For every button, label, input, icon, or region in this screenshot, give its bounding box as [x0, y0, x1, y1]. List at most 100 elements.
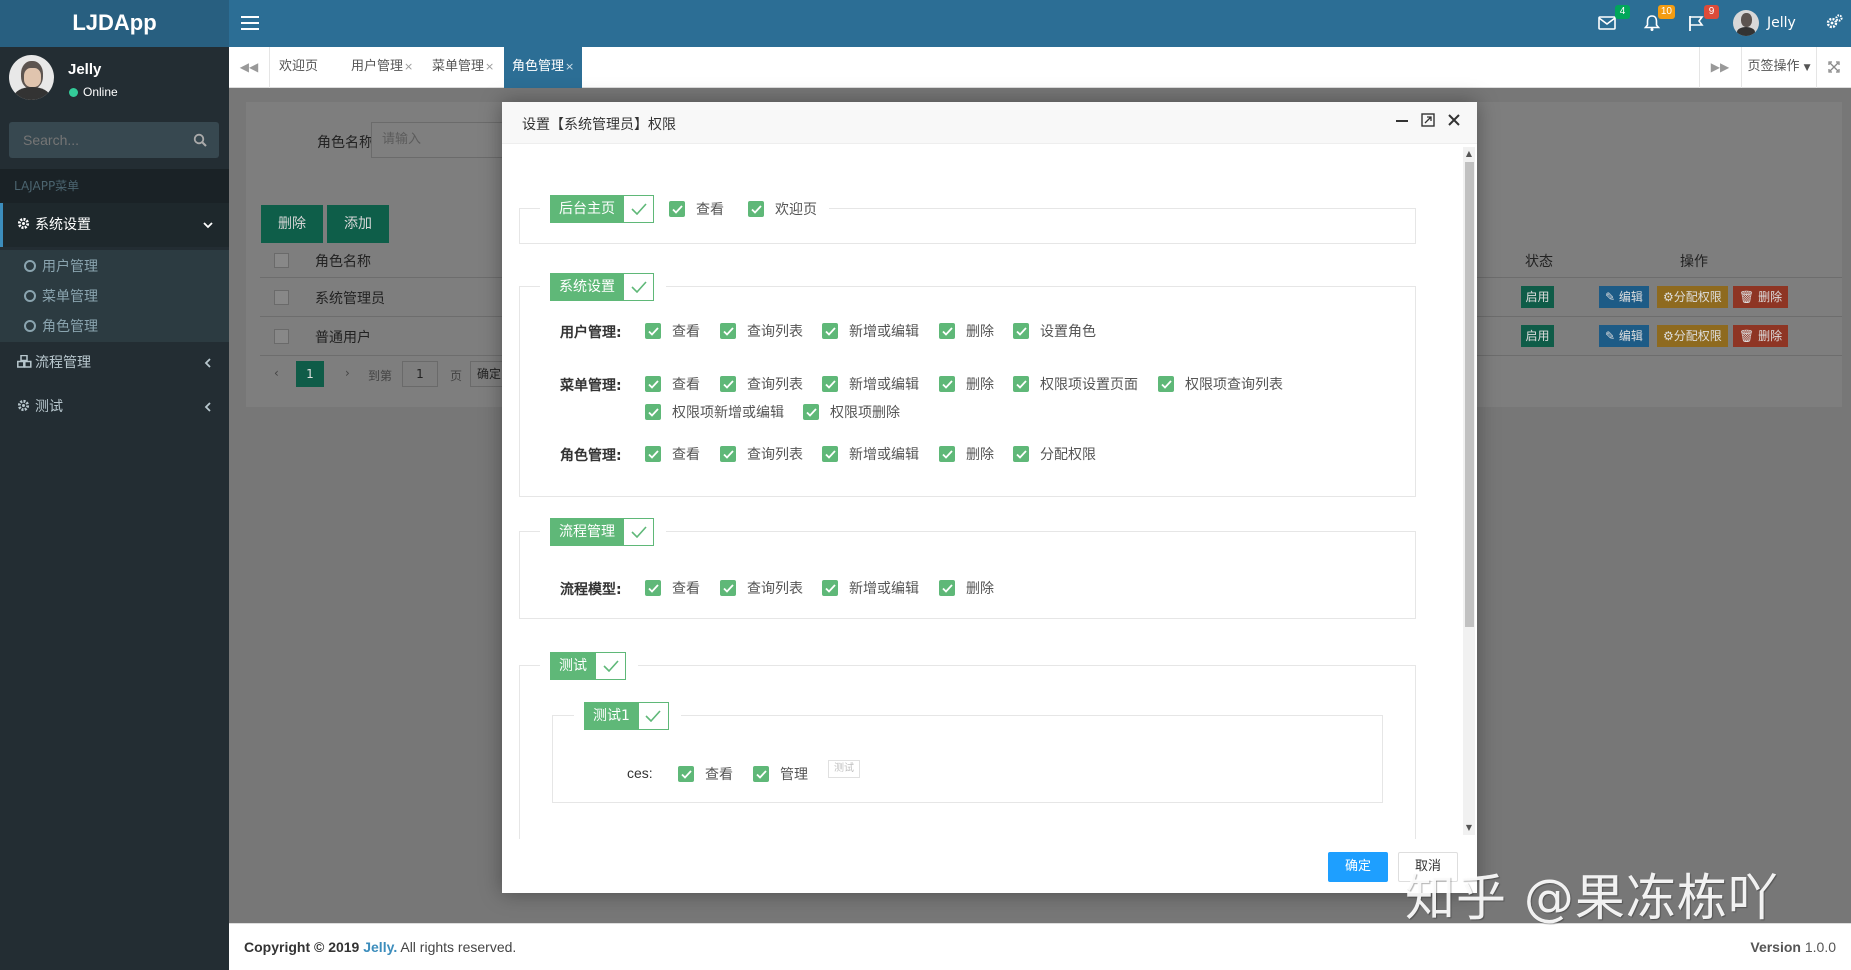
- scroll-down-icon[interactable]: ▼: [1464, 823, 1474, 833]
- user-menu[interactable]: Jelly: [1733, 9, 1796, 39]
- notifications-badge: 10: [1657, 5, 1675, 19]
- minimize-button[interactable]: [1392, 112, 1412, 132]
- subsection-select-all-checkbox[interactable]: [638, 702, 669, 730]
- permission-checkbox[interactable]: 删除: [939, 321, 994, 341]
- permission-checkbox[interactable]: 查看: [645, 374, 700, 394]
- sidebar-item-test[interactable]: 测试: [0, 385, 229, 429]
- tab-role-management[interactable]: 角色管理×: [504, 47, 583, 88]
- permission-checkbox[interactable]: 查看: [645, 578, 700, 598]
- close-icon[interactable]: ×: [404, 60, 413, 73]
- permission-checkbox[interactable]: 查询列表: [720, 321, 803, 341]
- cubes-icon: [17, 354, 32, 368]
- tabs-scroll-right-button[interactable]: ▶▶: [1699, 47, 1740, 88]
- delete-row-button[interactable]: 🗑 删除: [1733, 286, 1789, 308]
- section-select-all-checkbox[interactable]: [624, 273, 654, 301]
- permission-checkbox[interactable]: 查询列表: [720, 374, 803, 394]
- permission-checkbox[interactable]: 查看: [645, 444, 700, 464]
- fullscreen-button[interactable]: [1816, 47, 1851, 88]
- sidebar-search-input[interactable]: [9, 122, 189, 158]
- tab-welcome[interactable]: 欢迎页: [271, 47, 326, 88]
- maximize-button[interactable]: [1418, 112, 1438, 132]
- sidebar-item-menu-management[interactable]: 菜单管理: [24, 282, 98, 312]
- sidebar-item-role-management[interactable]: 角色管理: [24, 312, 98, 342]
- goto-label: 到第: [368, 369, 393, 383]
- role-name-search-label: 角色名称: [317, 135, 373, 151]
- tabs-scroll-left-button[interactable]: ◀◀: [229, 47, 270, 88]
- close-dialog-button[interactable]: [1444, 112, 1464, 132]
- next-page-icon[interactable]: ›: [345, 366, 350, 380]
- permission-checkbox[interactable]: 新增或编辑: [822, 374, 919, 394]
- tab-operations-dropdown[interactable]: 页签操作 ▼: [1741, 47, 1816, 88]
- messages-button[interactable]: 4: [1598, 5, 1630, 35]
- tasks-button[interactable]: 9: [1687, 5, 1719, 35]
- permission-checkbox[interactable]: 新增或编辑: [822, 444, 919, 464]
- delete-button[interactable]: 删除: [261, 205, 323, 243]
- permission-checkbox[interactable]: 新增或编辑: [822, 321, 919, 341]
- close-icon[interactable]: ×: [565, 60, 574, 73]
- sidebar-toggle-button[interactable]: [241, 12, 259, 34]
- permission-checkbox[interactable]: 查看: [669, 199, 724, 219]
- column-header-operations: 操作: [1680, 254, 1708, 270]
- permission-checkbox[interactable]: 设置角色: [1013, 321, 1096, 341]
- delete-row-button[interactable]: 🗑 删除: [1733, 325, 1789, 347]
- tab-user-management[interactable]: 用户管理×: [343, 47, 421, 88]
- sidebar-user-name: Jelly: [68, 61, 102, 78]
- permission-checkbox[interactable]: 权限项新增或编辑: [645, 402, 784, 422]
- section-select-all-checkbox[interactable]: [596, 652, 626, 680]
- close-icon[interactable]: ×: [485, 60, 494, 73]
- permission-checkbox[interactable]: 删除: [939, 444, 994, 464]
- edit-button[interactable]: ✎ 编辑: [1599, 286, 1649, 308]
- section-select-all-checkbox[interactable]: [624, 195, 654, 223]
- permission-checkbox[interactable]: 查看: [678, 764, 733, 784]
- permission-checkbox[interactable]: 查看: [645, 321, 700, 341]
- sidebar-item-user-management[interactable]: 用户管理: [24, 252, 98, 282]
- sidebar-item-process-management[interactable]: 流程管理: [0, 341, 229, 385]
- permission-label: 删除: [966, 377, 994, 393]
- tab-menu-management[interactable]: 菜单管理×: [424, 47, 502, 88]
- permission-checkbox[interactable]: 权限项查询列表: [1158, 374, 1283, 394]
- sidebar-item-system-settings[interactable]: 系统设置: [0, 203, 229, 247]
- row-checkbox[interactable]: [274, 290, 289, 305]
- select-all-checkbox[interactable]: [274, 253, 289, 268]
- permission-label: 删除: [966, 581, 994, 597]
- assign-permissions-button[interactable]: ⚙分配权限: [1657, 325, 1728, 347]
- maximize-icon: [1421, 113, 1435, 127]
- permission-checkbox[interactable]: 查询列表: [720, 578, 803, 598]
- confirm-button[interactable]: 确定: [1328, 852, 1388, 882]
- permission-checkbox[interactable]: 删除: [939, 578, 994, 598]
- permission-label: 查看: [705, 767, 733, 783]
- app-logo[interactable]: LJDApp: [0, 0, 229, 47]
- scroll-up-icon[interactable]: ▲: [1464, 149, 1474, 159]
- permission-checkbox[interactable]: 删除: [939, 374, 994, 394]
- test-button[interactable]: 测试: [828, 760, 860, 778]
- control-sidebar-button[interactable]: [1825, 13, 1843, 35]
- row-checkbox[interactable]: [274, 329, 289, 344]
- permission-checkbox[interactable]: 权限项删除: [803, 402, 900, 422]
- check-icon: [941, 583, 953, 593]
- check-icon: [722, 326, 734, 336]
- envelope-icon: [1598, 16, 1616, 30]
- permission-label: 权限项新增或编辑: [672, 405, 784, 421]
- notifications-button[interactable]: 10: [1643, 5, 1675, 35]
- edit-button[interactable]: ✎ 编辑: [1599, 325, 1649, 347]
- prev-page-icon[interactable]: ‹: [274, 366, 279, 380]
- permission-checkbox[interactable]: 管理: [753, 764, 808, 784]
- goto-page-input[interactable]: 1: [402, 361, 438, 387]
- chevron-left-icon: [204, 358, 211, 368]
- section-select-all-checkbox[interactable]: [624, 518, 654, 546]
- permission-checkbox[interactable]: 查询列表: [720, 444, 803, 464]
- search-icon[interactable]: [193, 133, 207, 147]
- add-button[interactable]: 添加: [327, 205, 389, 243]
- brand-link[interactable]: Jelly.: [363, 939, 397, 955]
- check-icon: [941, 326, 953, 336]
- scroll-thumb[interactable]: [1465, 162, 1474, 627]
- permission-checkbox[interactable]: 欢迎页: [748, 199, 817, 219]
- check-icon: [824, 326, 836, 336]
- assign-permissions-button[interactable]: ⚙分配权限: [1657, 286, 1728, 308]
- permission-checkbox[interactable]: 新增或编辑: [822, 578, 919, 598]
- current-page-button[interactable]: 1: [296, 361, 324, 387]
- permission-checkbox[interactable]: 权限项设置页面: [1013, 374, 1138, 394]
- gear-icon: [17, 399, 30, 412]
- dialog-scrollbar[interactable]: ▲ ▼: [1463, 147, 1475, 835]
- permission-checkbox[interactable]: 分配权限: [1013, 444, 1096, 464]
